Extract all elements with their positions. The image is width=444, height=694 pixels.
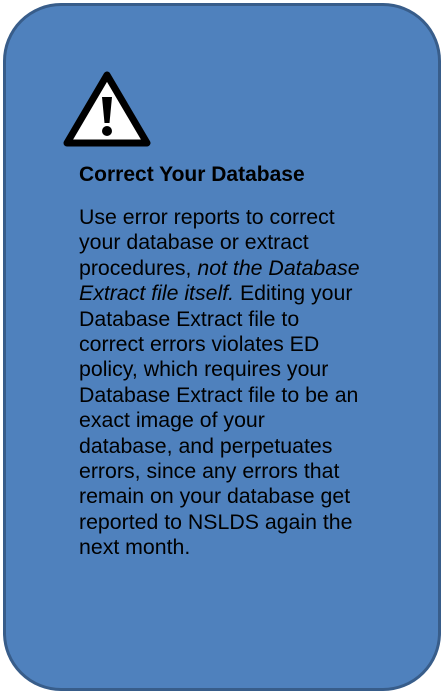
warning-callout-box: Correct Your Database Use error reports … xyxy=(3,3,441,691)
body-line: next month. xyxy=(79,535,191,560)
body-line: Database Extract file to xyxy=(79,306,300,331)
body-line: Database Extract file to be an xyxy=(79,382,359,407)
body-line: policy, which requires your xyxy=(79,357,329,382)
body-line: exact image of your xyxy=(79,408,265,433)
body-line: correct errors violates ED xyxy=(79,332,320,357)
body-line-mixed: Extract file itself. Editing your xyxy=(79,281,415,306)
body-line: remain on your database get xyxy=(79,484,351,509)
body-line: reported to NSLDS again the xyxy=(79,509,353,534)
body-text-italic: Extract file itself. xyxy=(79,281,235,306)
body-text-italic: not the Database xyxy=(197,255,360,280)
body-line: Use error reports to correct xyxy=(79,205,335,229)
callout-title: Correct Your Database xyxy=(79,163,305,186)
body-line-mixed: procedures, not the Database xyxy=(79,256,415,281)
body-line: database, and perpetuates xyxy=(79,433,333,458)
callout-body: Use error reports to correct your databa… xyxy=(79,205,415,561)
body-line: errors, since any errors that xyxy=(79,459,340,484)
body-line: your database or extract xyxy=(79,230,309,255)
body-text-plain: procedures, xyxy=(79,255,198,280)
body-text-plain: Editing your xyxy=(234,281,353,306)
warning-triangle-icon xyxy=(63,71,151,147)
